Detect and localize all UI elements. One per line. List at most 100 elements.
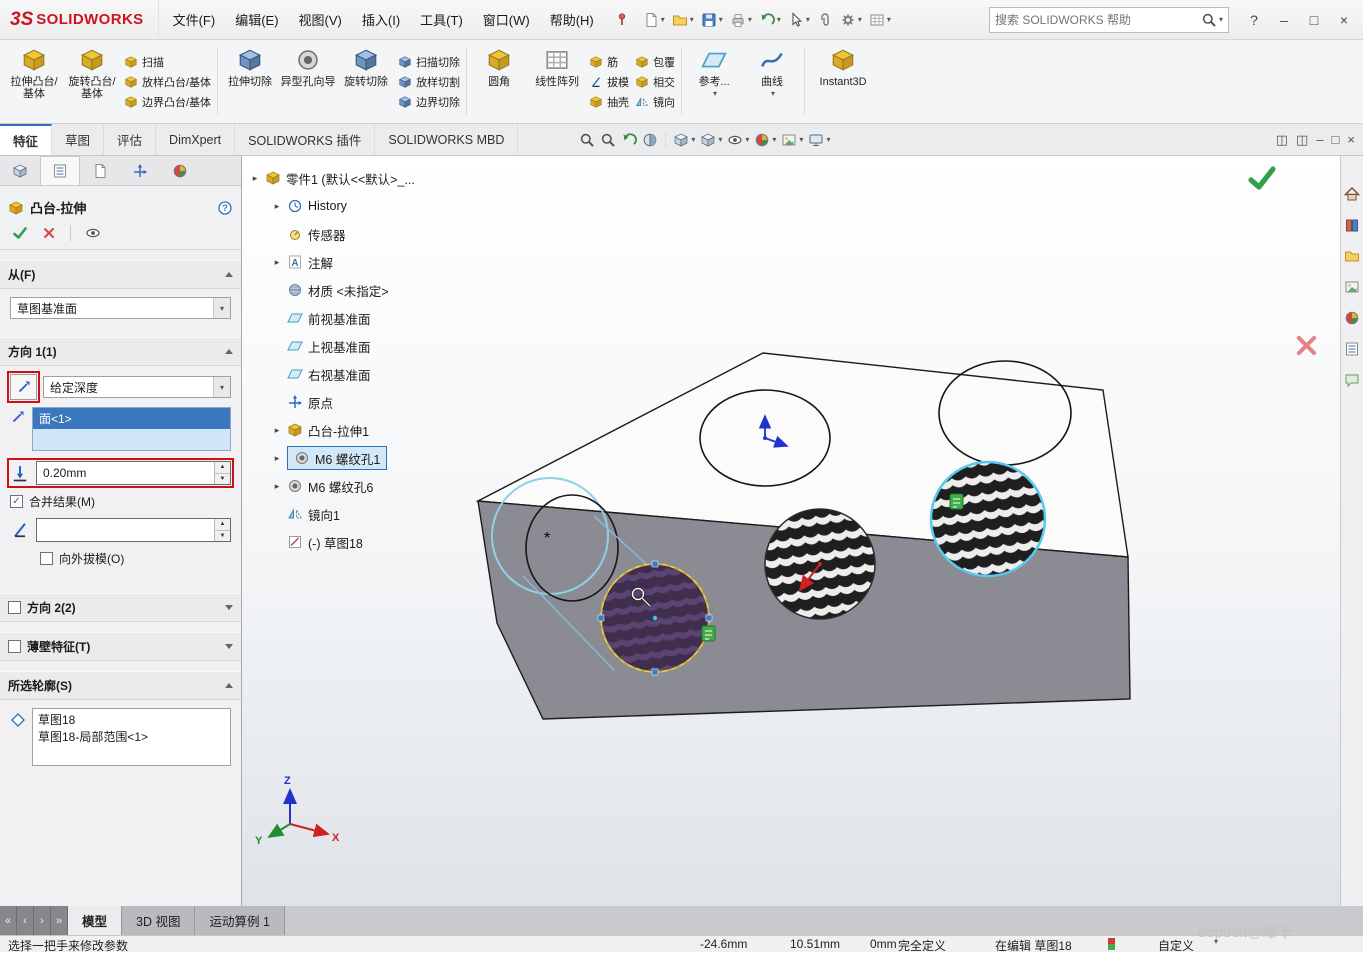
hide-show-items-button[interactable]: ▾ bbox=[726, 130, 750, 150]
lofted-boss-button[interactable]: 放样凸台/基体 bbox=[124, 74, 211, 90]
confirm-cancel-button[interactable] bbox=[1293, 332, 1320, 359]
fillet-button[interactable]: 圆角 bbox=[470, 42, 528, 121]
swept-boss-button[interactable]: 扫描 bbox=[124, 54, 211, 70]
display-style-button[interactable]: ▾ bbox=[699, 130, 723, 150]
drag-handle[interactable] bbox=[706, 615, 712, 621]
tab-model[interactable]: 模型 bbox=[68, 906, 122, 935]
caret-down-icon[interactable]: ▾ bbox=[719, 15, 723, 24]
next-tab-button[interactable]: › bbox=[34, 906, 51, 935]
solidworks-resources-icon[interactable] bbox=[1344, 186, 1360, 202]
caret-down-icon[interactable]: ▾ bbox=[887, 15, 891, 24]
options-gear-button[interactable]: ▾ bbox=[837, 9, 865, 31]
contours-selection-list[interactable]: 草图18 草图18-局部范围<1> bbox=[32, 708, 231, 766]
menu-window[interactable]: 窗口(W) bbox=[473, 3, 540, 36]
caret-down-icon[interactable]: ▾ bbox=[771, 88, 775, 100]
tree-item-m6-hole6[interactable]: ▸M6 螺纹孔6 bbox=[272, 472, 480, 500]
tree-item-mirror1[interactable]: 镜向1 bbox=[272, 500, 480, 528]
mirror-button[interactable]: 镜向 bbox=[635, 94, 675, 110]
caret-down-icon[interactable]: ▾ bbox=[858, 15, 862, 24]
pm-tab-propertymanager[interactable] bbox=[40, 156, 80, 185]
help-button[interactable]: ? bbox=[1239, 7, 1269, 33]
merge-result-checkbox[interactable]: ✓ bbox=[10, 495, 23, 508]
menu-insert[interactable]: 插入(I) bbox=[352, 3, 410, 36]
forum-icon[interactable] bbox=[1344, 372, 1360, 388]
expand-arrow-icon[interactable]: ▸ bbox=[272, 257, 282, 268]
tab-motion-study[interactable]: 运动算例 1 bbox=[195, 906, 284, 935]
extruded-boss-button[interactable]: 拉伸凸台/基体 bbox=[5, 42, 63, 121]
options-table-button[interactable]: ▾ bbox=[866, 9, 894, 31]
tree-item-sketch18[interactable]: (-) 草图18 bbox=[272, 528, 480, 556]
thin-feature-section-header[interactable]: 薄壁特征(T) bbox=[0, 632, 241, 661]
search-input[interactable] bbox=[995, 13, 1201, 27]
selected-contours-section-header[interactable]: 所选轮廓(S) bbox=[0, 671, 241, 700]
file-explorer-icon[interactable] bbox=[1344, 248, 1360, 264]
caret-down-icon[interactable]: ▾ bbox=[713, 88, 717, 100]
reference-geometry-button[interactable]: 参考...▾ bbox=[685, 42, 743, 121]
tree-item-material[interactable]: 材质 <未指定> bbox=[272, 276, 480, 304]
spin-down-button[interactable]: ▼ bbox=[215, 474, 230, 485]
caret-down-icon[interactable]: ▾ bbox=[661, 15, 665, 24]
direction2-section-header[interactable]: 方向 2(2) bbox=[0, 593, 241, 622]
tab-mbd[interactable]: SOLIDWORKS MBD bbox=[375, 124, 518, 155]
reverse-direction-button[interactable] bbox=[10, 374, 37, 400]
new-document-button[interactable]: ▾ bbox=[640, 9, 668, 31]
draft-button[interactable]: 拔模 bbox=[589, 74, 629, 90]
menu-edit[interactable]: 编辑(E) bbox=[225, 3, 288, 36]
direction2-checkbox[interactable] bbox=[8, 601, 21, 614]
custom-properties-icon[interactable] bbox=[1344, 341, 1360, 357]
revolved-cut-button[interactable]: 旋转切除 bbox=[337, 42, 395, 121]
extruded-cut-button[interactable]: 拉伸切除 bbox=[221, 42, 279, 121]
appearances-icon[interactable] bbox=[1344, 310, 1360, 326]
help-search-box[interactable]: ▾ bbox=[989, 7, 1229, 33]
threaded-hole-right[interactable] bbox=[931, 462, 1045, 576]
pm-tab-displaymanager[interactable] bbox=[160, 156, 200, 185]
from-combo[interactable]: 草图基准面▾ bbox=[10, 297, 231, 319]
expand-arrow-icon[interactable]: ▸ bbox=[272, 425, 282, 436]
spin-up-button[interactable]: ▲ bbox=[215, 462, 230, 474]
sketch-point-marker[interactable]: * bbox=[544, 530, 550, 547]
lofted-cut-button[interactable]: 放样切割 bbox=[398, 74, 460, 90]
tab-3d-views[interactable]: 3D 视图 bbox=[122, 906, 195, 935]
doc-restore-button[interactable]: □ bbox=[1332, 132, 1340, 147]
tab-addins[interactable]: SOLIDWORKS 插件 bbox=[235, 124, 375, 155]
contour-item[interactable]: 草图18 bbox=[38, 712, 225, 729]
face-selection-list[interactable]: 面<1> bbox=[32, 407, 231, 451]
thin-feature-checkbox[interactable] bbox=[8, 640, 21, 653]
caret-down-icon[interactable]: ▾ bbox=[826, 135, 830, 144]
threaded-hole-middle[interactable] bbox=[765, 509, 875, 619]
drag-handle[interactable] bbox=[652, 669, 658, 675]
selected-tree-item[interactable]: M6 螺纹孔1 bbox=[287, 446, 387, 470]
spin-down-button[interactable]: ▼ bbox=[215, 531, 230, 542]
section-view-button[interactable] bbox=[641, 130, 659, 150]
tab-sketch[interactable]: 草图 bbox=[52, 124, 104, 155]
expand-chevron-icon[interactable] bbox=[225, 605, 233, 610]
rib-button[interactable]: 筋 bbox=[589, 54, 629, 70]
tree-item-annotations[interactable]: ▸注解 bbox=[272, 248, 480, 276]
caret-down-icon[interactable]: ▾ bbox=[745, 135, 749, 144]
doc-close-button[interactable]: × bbox=[1347, 132, 1355, 147]
collapse-chevron-icon[interactable] bbox=[225, 272, 233, 277]
last-tab-button[interactable]: » bbox=[51, 906, 68, 935]
wrap-button[interactable]: 包覆 bbox=[635, 54, 675, 70]
caret-down-icon[interactable]: ▾ bbox=[691, 135, 695, 144]
curves-button[interactable]: 曲线▾ bbox=[743, 42, 801, 121]
tree-item-boss-extrude1[interactable]: ▸凸台-拉伸1 bbox=[272, 416, 480, 444]
pm-tab-featuremanager[interactable] bbox=[0, 156, 40, 185]
boundary-cut-button[interactable]: 边界切除 bbox=[398, 94, 460, 110]
tab-features[interactable]: 特征 bbox=[0, 124, 52, 155]
linear-pattern-button[interactable]: 线性阵列 bbox=[528, 42, 586, 121]
tab-dimxpert[interactable]: DimXpert bbox=[156, 124, 235, 155]
select-tool-button[interactable]: ▾ bbox=[785, 9, 813, 31]
first-tab-button[interactable]: « bbox=[0, 906, 17, 935]
print-button[interactable]: ▾ bbox=[727, 9, 755, 31]
caret-down-icon[interactable]: ▾ bbox=[799, 135, 803, 144]
boundary-boss-button[interactable]: 边界凸台/基体 bbox=[124, 94, 211, 110]
zoom-fit-button[interactable] bbox=[578, 130, 596, 150]
draft-outward-checkbox[interactable] bbox=[40, 552, 53, 565]
caret-down-icon[interactable]: ▾ bbox=[777, 15, 781, 24]
swept-cut-button[interactable]: 扫描切除 bbox=[398, 54, 460, 70]
pm-tab-configurationmanager[interactable] bbox=[80, 156, 120, 185]
pane-right-button[interactable]: ◫ bbox=[1296, 132, 1308, 148]
spin-up-button[interactable]: ▲ bbox=[215, 519, 230, 531]
tab-evaluate[interactable]: 评估 bbox=[104, 124, 156, 155]
